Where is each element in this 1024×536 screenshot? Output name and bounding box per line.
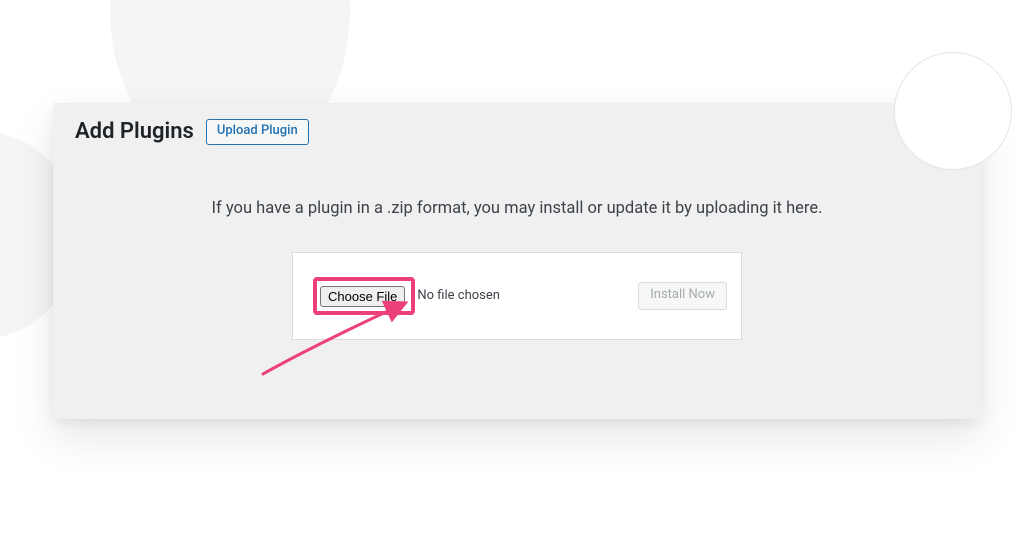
file-status-text: No file chosen (417, 288, 500, 303)
page-title: Add Plugins (75, 119, 194, 144)
choose-file-button[interactable]: Choose File (320, 286, 405, 307)
add-plugins-panel: Add Plugins Upload Plugin If you have a … (53, 103, 981, 419)
decorative-circle-right (894, 52, 1012, 170)
choose-file-highlight: Choose File (313, 277, 415, 315)
upload-form: Choose File No file chosen Install Now (292, 252, 742, 340)
upload-plugin-button[interactable]: Upload Plugin (206, 119, 309, 145)
panel-header: Add Plugins Upload Plugin (53, 103, 981, 151)
upload-instruction-text: If you have a plugin in a .zip format, y… (53, 151, 981, 218)
install-now-button[interactable]: Install Now (638, 282, 727, 310)
